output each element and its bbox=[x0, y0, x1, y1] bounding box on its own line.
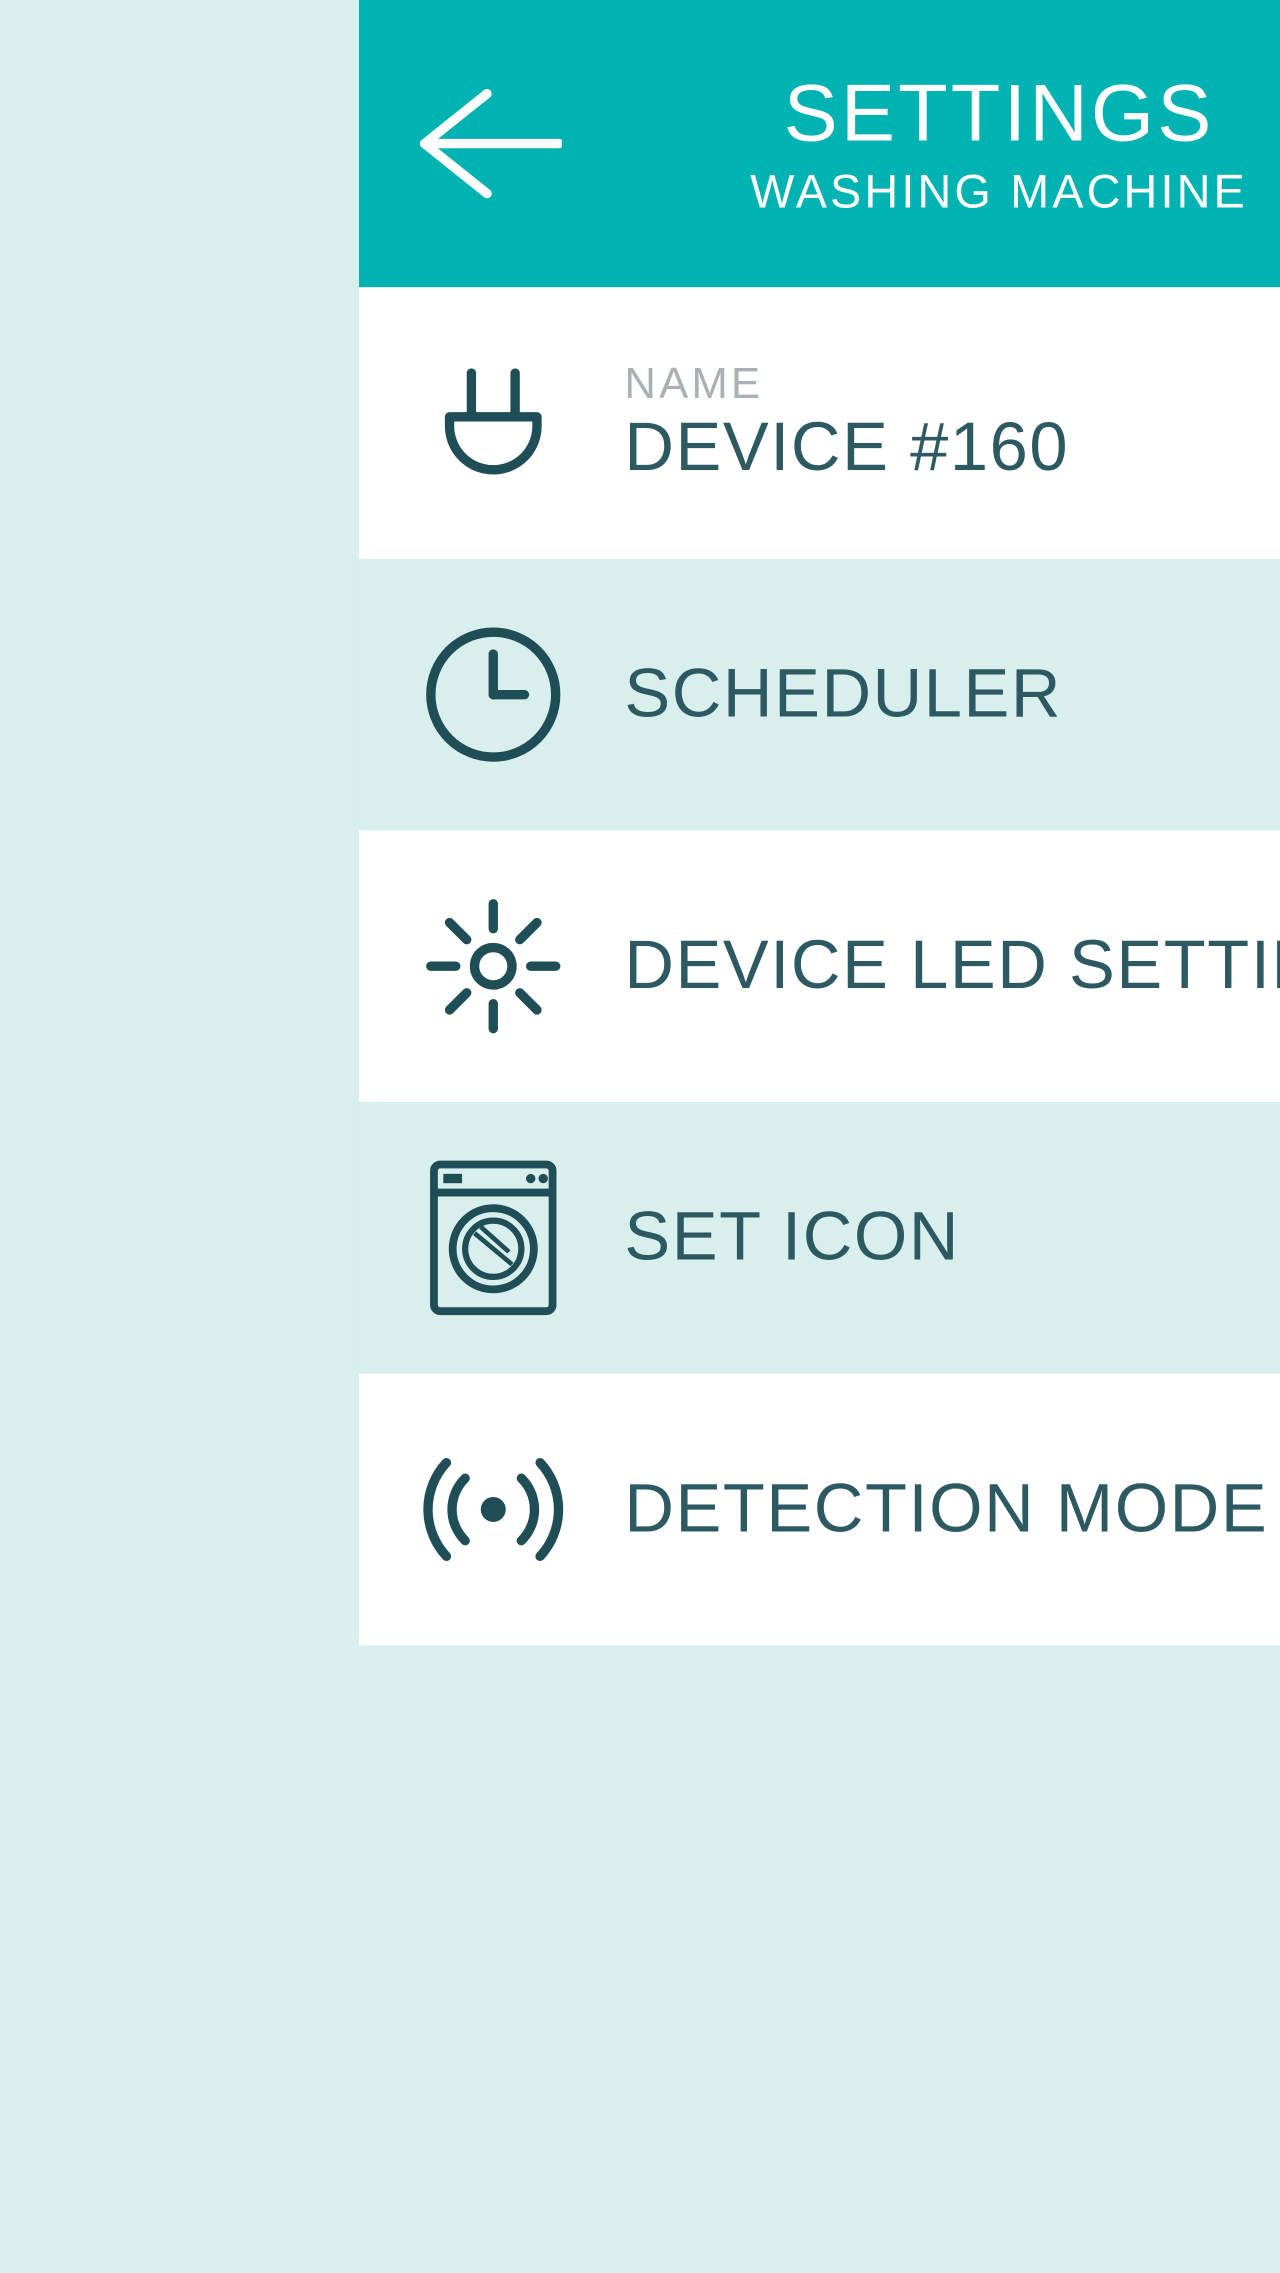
clock-icon bbox=[418, 620, 568, 770]
detection-mode-label: DETECTION MODE bbox=[624, 1470, 1280, 1548]
name-field-value: DEVICE #160 bbox=[624, 409, 1280, 487]
scheduler-label: SCHEDULER bbox=[624, 656, 1280, 734]
row-scheduler[interactable]: SCHEDULER bbox=[359, 559, 1280, 831]
row-detection-mode: DETECTION MODE bbox=[359, 1374, 1280, 1646]
settings-screen: SETTINGS WASHING MACHINE NAME DEVICE #16… bbox=[359, 0, 1280, 2273]
row-set-icon[interactable]: SET ICON bbox=[359, 1102, 1280, 1374]
back-arrow-icon bbox=[406, 81, 562, 206]
set-icon-label: SET ICON bbox=[624, 1199, 1280, 1277]
led-settings-label: DEVICE LED SETTINGS bbox=[624, 927, 1280, 1005]
plug-icon bbox=[418, 348, 568, 498]
header-bar: SETTINGS WASHING MACHINE bbox=[359, 0, 1280, 287]
sun-icon bbox=[418, 891, 568, 1041]
name-field-label: NAME bbox=[624, 359, 1280, 409]
back-button[interactable] bbox=[406, 73, 562, 213]
signal-icon bbox=[418, 1435, 568, 1585]
washing-machine-icon bbox=[418, 1152, 568, 1324]
row-led-settings[interactable]: DEVICE LED SETTINGS bbox=[359, 830, 1280, 1102]
row-device-name[interactable]: NAME DEVICE #160 bbox=[359, 287, 1280, 559]
